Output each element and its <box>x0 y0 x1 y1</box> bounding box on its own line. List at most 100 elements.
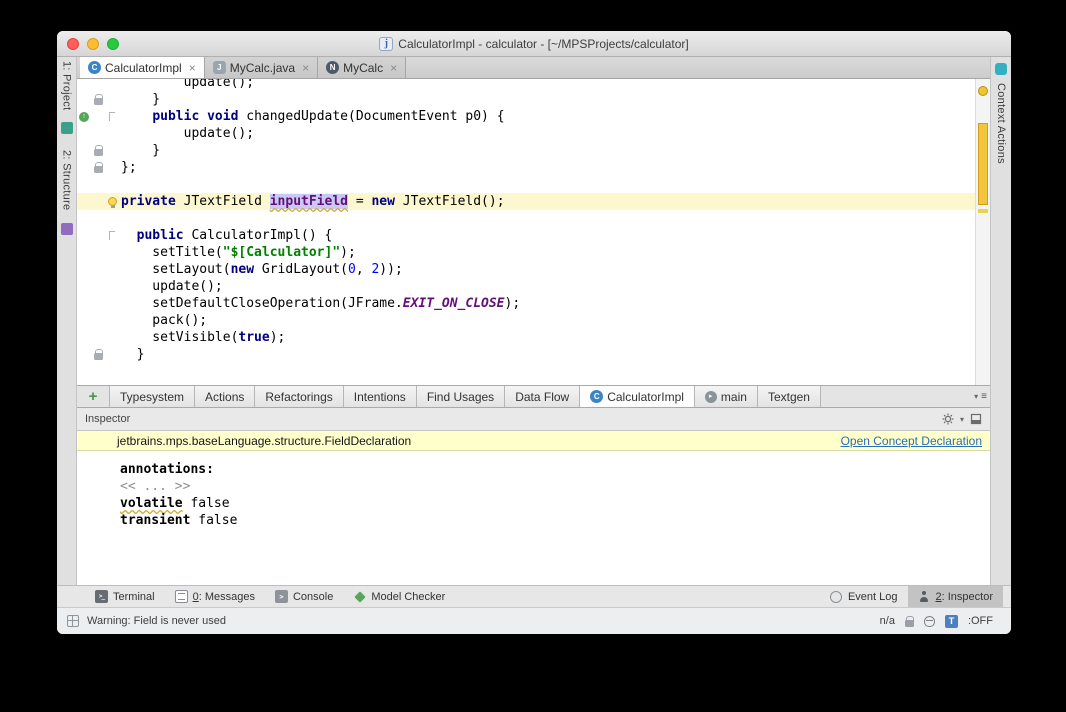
code-line[interactable]: setVisible(true); <box>77 329 975 346</box>
typesystem-toggle-icon[interactable]: T <box>945 615 958 628</box>
add-aspect-button[interactable]: + <box>77 386 109 407</box>
code-text: setTitle("$[Calculator]"); <box>121 245 356 260</box>
aspect-tab-calculatorimpl[interactable]: CCalculatorImpl <box>579 386 694 407</box>
toolwindow-button-project[interactable]: 1: Project <box>61 61 73 110</box>
aspect-tab-actions[interactable]: Actions <box>194 386 254 407</box>
left-strip-tool-icon[interactable] <box>61 122 73 134</box>
code-line[interactable]: public void changedUpdate(DocumentEvent … <box>77 108 975 125</box>
tab-list-icon[interactable]: ≡ <box>981 391 987 402</box>
inspector-line[interactable]: volatile false <box>120 495 990 512</box>
code-line[interactable]: pack(); <box>77 312 975 329</box>
code-line[interactable]: } <box>77 142 975 159</box>
status-message: Warning: Field is never used <box>87 615 226 627</box>
inspector-content[interactable]: annotations:<< ... >>volatile falsetrans… <box>77 451 990 585</box>
code-token: JTextField <box>176 194 270 209</box>
aspect-tabbar: + TypesystemActionsRefactoringsIntention… <box>77 385 990 408</box>
file-type-icon: N <box>326 61 339 74</box>
left-toolwindow-strip: 1: Project 2: Structure <box>57 57 77 585</box>
editor-tab-label: MyCalc.java <box>230 61 295 75</box>
aspect-tab-textgen[interactable]: Textgen <box>757 386 821 407</box>
inspector-line[interactable]: << ... >> <box>120 478 990 495</box>
close-tab-icon[interactable]: × <box>189 62 196 74</box>
aspect-tab-find-usages[interactable]: Find Usages <box>416 386 504 407</box>
code-line[interactable]: setTitle("$[Calculator]"); <box>77 244 975 261</box>
override-marker-icon[interactable] <box>79 112 89 122</box>
editor-tab-mycalc-java[interactable]: JMyCalc.java× <box>205 57 318 78</box>
code-line[interactable]: update(); <box>77 278 975 295</box>
error-stripe-tick[interactable] <box>978 209 988 213</box>
gear-icon[interactable] <box>942 413 954 425</box>
inspector-header: Inspector ▾ <box>77 408 990 431</box>
code-line[interactable]: } <box>77 91 975 108</box>
code-token: new <box>371 194 394 209</box>
aspect-tab-label: Data Flow <box>515 390 569 404</box>
code-line[interactable] <box>77 176 975 193</box>
console-icon <box>275 590 288 603</box>
code-line[interactable]: } <box>77 346 975 363</box>
hector-inspector-icon[interactable] <box>924 616 935 627</box>
code-token: changedUpdate(DocumentEvent p0) { <box>238 109 504 124</box>
code-line[interactable]: setDefaultCloseOperation(JFrame.EXIT_ON_… <box>77 295 975 312</box>
zoom-window-button[interactable] <box>107 38 119 50</box>
gutter-col-folding <box>105 197 119 206</box>
code-token: setDefaultCloseOperation(JFrame. <box>121 296 403 311</box>
code-text: update(); <box>121 126 254 141</box>
right-strip-tool-icon[interactable] <box>995 63 1007 75</box>
inspections-status-icon[interactable] <box>978 86 988 96</box>
code-line[interactable] <box>77 210 975 227</box>
fold-marker[interactable] <box>109 231 115 240</box>
code-line[interactable]: update(); <box>77 125 975 142</box>
toolwindow-button-structure[interactable]: 2: Structure <box>61 150 73 210</box>
code-line[interactable]: setLayout(new GridLayout(0, 2)); <box>77 261 975 278</box>
concept-name: jetbrains.mps.baseLanguage.structure.Fie… <box>117 434 411 448</box>
left-strip-tool-icon-2[interactable] <box>61 223 73 235</box>
minimize-window-button[interactable] <box>87 38 99 50</box>
aspect-tab-typesystem[interactable]: Typesystem <box>109 386 194 407</box>
toolwindow-button-context-actions[interactable]: Context Actions <box>995 83 1007 164</box>
code-token: EXIT_ON_CLOSE <box>403 296 505 311</box>
code-token: pack(); <box>121 313 207 328</box>
unlock-icon[interactable] <box>905 620 914 627</box>
editor-tab-mycalc[interactable]: N MyCalc × <box>318 57 406 78</box>
aspect-tab-refactorings[interactable]: Refactorings <box>254 386 342 407</box>
editor-tab-label: MyCalc <box>343 61 383 75</box>
code-line[interactable]: }; <box>77 159 975 176</box>
toolwindow-button-2-inspector[interactable]: 2: Inspector <box>908 586 1003 607</box>
code-line[interactable]: update(); <box>77 79 975 91</box>
gutter-col-markers <box>77 112 91 122</box>
toolwindow-button-terminal[interactable]: Terminal <box>85 586 165 607</box>
code-token: void <box>207 109 238 124</box>
inspector-text: transient false <box>120 513 237 528</box>
toolwindow-button-label: Console <box>293 591 333 603</box>
intention-bulb-icon[interactable] <box>108 197 117 206</box>
chevron-down-icon[interactable]: ▾ <box>974 392 978 401</box>
aspect-tab-label: Find Usages <box>427 390 494 404</box>
toolwindow-switcher-icon[interactable] <box>67 615 79 627</box>
inspector-line[interactable]: annotations: <box>120 461 990 478</box>
inspector-line[interactable]: transient false <box>120 512 990 529</box>
close-tab-icon[interactable]: × <box>390 62 397 74</box>
code-text: setVisible(true); <box>121 330 285 345</box>
toolwindow-button-model-checker[interactable]: Model Checker <box>343 586 455 607</box>
code-line[interactable]: private JTextField inputField = new JTex… <box>77 193 975 210</box>
code-line[interactable]: public CalculatorImpl() { <box>77 227 975 244</box>
code-editor[interactable]: update(); } public void changedUpdate(Do… <box>77 79 990 385</box>
gear-dropdown-chevron-icon[interactable]: ▾ <box>960 415 964 424</box>
window-body: 1: Project 2: Structure CCalculatorImpl×… <box>57 57 1011 585</box>
aspect-tab-intentions[interactable]: Intentions <box>343 386 416 407</box>
fold-marker[interactable] <box>109 112 115 121</box>
aspect-tab-data-flow[interactable]: Data Flow <box>504 386 579 407</box>
error-stripe[interactable] <box>975 79 990 385</box>
open-concept-declaration-link[interactable]: Open Concept Declaration <box>841 434 982 448</box>
error-stripe-marker[interactable] <box>978 123 988 205</box>
aspect-tab-main[interactable]: main <box>694 386 757 407</box>
toolwindow-button-event-log[interactable]: Event Log <box>820 586 908 607</box>
titlebar[interactable]: j CalculatorImpl - calculator - [~/MPSPr… <box>57 31 1011 57</box>
close-window-button[interactable] <box>67 38 79 50</box>
hide-panel-icon[interactable] <box>970 413 982 425</box>
toolwindow-button-0-messages[interactable]: 0: Messages <box>165 586 265 607</box>
toolwindow-button-console[interactable]: Console <box>265 586 343 607</box>
close-tab-icon[interactable]: × <box>302 62 309 74</box>
editor-tab-calculatorimpl[interactable]: CCalculatorImpl× <box>80 57 205 78</box>
code-token: } <box>121 92 160 107</box>
